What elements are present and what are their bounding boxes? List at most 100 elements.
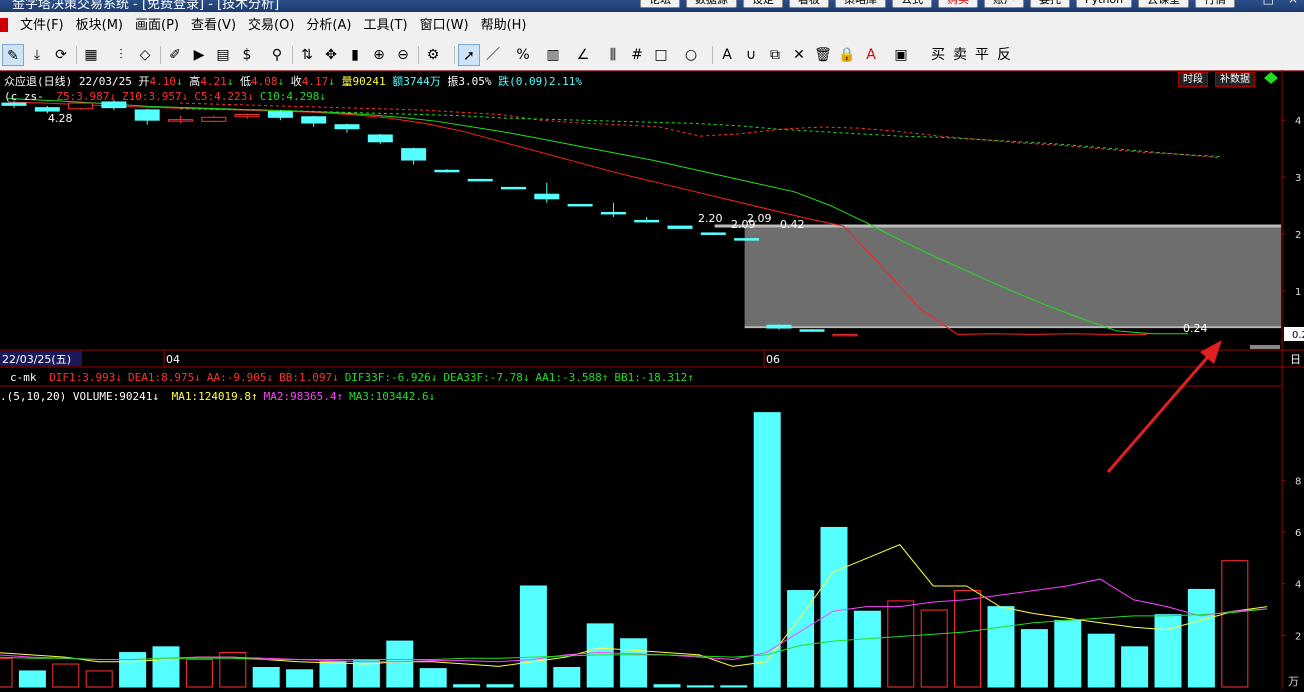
pencil-icon[interactable]: ✎ [2, 44, 24, 66]
filter-icon[interactable]: ⚲ [266, 44, 288, 66]
save-icon[interactable]: ▣ [890, 44, 912, 66]
candle-body [467, 178, 493, 182]
dollar-icon[interactable]: $ [236, 44, 258, 66]
play-icon[interactable]: ▶ [188, 44, 210, 66]
candle-body [34, 107, 60, 112]
rect-icon[interactable]: □ [650, 44, 672, 66]
top-button-5[interactable]: 公式 [892, 0, 932, 8]
menu-item-5[interactable]: 分析(A) [300, 12, 357, 40]
lock-icon[interactable]: 🔒 [836, 44, 858, 66]
angle-icon[interactable]: ∠ [572, 44, 594, 66]
candle-body [700, 232, 726, 235]
diamond-icon[interactable]: ◇ [134, 44, 156, 66]
grid-icon[interactable]: ▦ [80, 44, 102, 66]
hash-icon[interactable]: # [626, 44, 648, 66]
vol-line-item-2: MA3:103442.6↓ [349, 390, 436, 403]
top-button-6[interactable]: 购买 [938, 0, 978, 8]
menu-item-6[interactable]: 工具(T) [357, 12, 413, 40]
top-button-8[interactable]: 委托 [1030, 0, 1070, 8]
open-value: 4.10 [149, 75, 176, 88]
menu-item-1[interactable]: 板块(M) [70, 12, 129, 40]
macd-line-item-7: BB1:-18.312↑ [614, 371, 694, 384]
top-button-3[interactable]: 看板 [789, 0, 829, 8]
menu-item-8[interactable]: 帮助(H) [475, 12, 533, 40]
period-button[interactable]: 时段 [1178, 72, 1208, 87]
macd-line-item-6: AA1:-3.588↑ [535, 371, 609, 384]
copy-icon[interactable]: ⧉ [764, 44, 786, 66]
channel-icon[interactable]: ⫼ [602, 44, 624, 66]
delete-icon[interactable]: ✕ [788, 44, 810, 66]
zoom-out-icon[interactable]: ⊖ [392, 44, 414, 66]
candles-icon[interactable]: ⫶ [110, 44, 132, 66]
quote-name: 众应退(日线) [4, 75, 73, 88]
close-icon[interactable]: × [1288, 0, 1298, 6]
time-label-06: 06 [766, 353, 780, 366]
open-label: 开 [138, 75, 150, 88]
volume-bar [954, 590, 982, 688]
menu-item-3[interactable]: 查看(V) [185, 12, 242, 40]
window-title: 金字塔决策交易系统 - [免费登录] - [技术分析] [12, 0, 280, 12]
zoom-in-icon[interactable]: ⊕ [368, 44, 390, 66]
magnet-icon[interactable]: ∪ [740, 44, 762, 66]
percent-icon[interactable]: % [512, 44, 534, 66]
trade-button-3[interactable]: 反 [994, 44, 1014, 66]
ma-dashed-red [179, 102, 1221, 159]
gear-icon[interactable]: ⚙ [422, 44, 444, 66]
top-button-9[interactable]: Python [1076, 0, 1133, 8]
ruler-icon[interactable]: ▥ [542, 44, 564, 66]
volume-bar [720, 685, 748, 688]
circle-icon[interactable]: ○ [680, 44, 702, 66]
menu-item-0[interactable]: 文件(F) [14, 12, 70, 40]
top-button-10[interactable]: 云课堂 [1138, 0, 1190, 8]
volume-bar [920, 609, 948, 688]
high-value: 4.21 [200, 75, 227, 88]
top-button-0[interactable]: 论坛 [640, 0, 680, 8]
doc-icon[interactable]: ▤ [212, 44, 234, 66]
candle-body [267, 111, 293, 118]
scroll-thumb[interactable] [1250, 345, 1280, 349]
trash-icon[interactable]: 🗑 [812, 44, 834, 66]
menu-item-2[interactable]: 画面(P) [129, 12, 185, 40]
green-diamond-icon[interactable] [1264, 72, 1278, 84]
volume-bar [686, 685, 714, 688]
volume-bar [1020, 629, 1048, 688]
volume-legend: .(5,10,20) VOLUME:90241↓ MA1:124019.8↑ MA… [0, 390, 435, 403]
candle-body [634, 219, 660, 223]
top-button-2[interactable]: 设定 [743, 0, 783, 8]
volume-prefix: .(5,10,20) VOLUME:90241↓ [0, 390, 159, 403]
top-button-1[interactable]: 数据源 [686, 0, 737, 8]
trade-button-1[interactable]: 卖 [950, 44, 970, 66]
cursor-icon[interactable]: ➚ [458, 44, 480, 66]
toolbar-separator [76, 46, 77, 64]
color-A-icon[interactable]: A [860, 44, 882, 66]
menu-item-7[interactable]: 窗口(W) [414, 12, 475, 40]
menu-item-4[interactable]: 交易(O) [242, 12, 300, 40]
macd-line-item-5: DEA33F:-7.78↓ [443, 371, 530, 384]
ma-line-item-1: Z10:3.957↓ [121, 90, 189, 103]
refresh-icon[interactable]: ⟳ [50, 44, 72, 66]
trade-button-2[interactable]: 平 [972, 44, 992, 66]
bar-icon[interactable]: ▮ [344, 44, 366, 66]
trade-button-0[interactable]: 买 [928, 44, 948, 66]
low-label: 低 [239, 75, 251, 88]
volume-bar [653, 684, 681, 688]
top-button-11[interactable]: 行情 [1195, 0, 1236, 8]
volume-bar [486, 684, 514, 688]
top-button-4[interactable]: 策略库 [835, 0, 886, 8]
download-icon[interactable]: ⤓ [26, 44, 48, 66]
compare-icon[interactable]: ⇅ [296, 44, 318, 66]
volume-bar [820, 526, 848, 688]
candle-body [367, 134, 393, 143]
minimize-icon[interactable]: – [1243, 0, 1249, 6]
top-button-row: 论坛数据源设定看板策略库公式购买账户委托 Python 云课堂行情 [640, 0, 1236, 8]
edit-icon[interactable]: ✐ [164, 44, 186, 66]
window-controls: – □ × [1243, 0, 1298, 6]
candle-body [766, 324, 792, 329]
move-icon[interactable]: ✥ [320, 44, 342, 66]
candle-body [201, 116, 227, 122]
top-button-7[interactable]: 账户 [984, 0, 1024, 8]
maximize-icon[interactable]: □ [1263, 0, 1274, 6]
line-icon[interactable]: ／ [482, 44, 504, 66]
text-A-icon[interactable]: A [716, 44, 738, 66]
fill-data-button[interactable]: 补数据 [1215, 72, 1255, 87]
